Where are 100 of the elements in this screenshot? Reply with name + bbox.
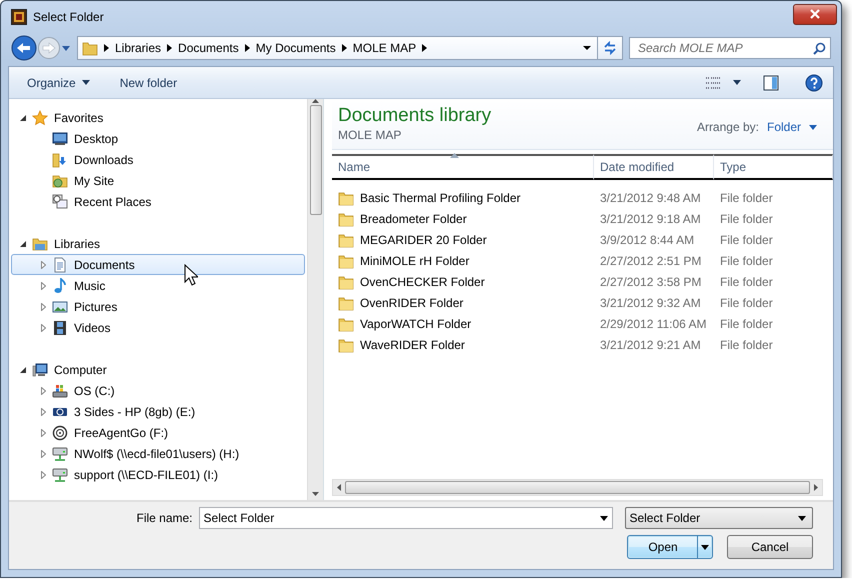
recent-places-icon — [52, 194, 68, 210]
file-name-field[interactable]: Select Folder — [198, 507, 614, 529]
expand-triangle-icon[interactable] — [40, 260, 46, 268]
file-name[interactable]: MEGARIDER 20 Folder — [360, 232, 487, 246]
date-cell-text: 3/21/2012 9:21 AM — [599, 338, 702, 352]
breadcrumb-arrow-icon — [244, 44, 250, 52]
tree-item[interactable]: Desktop — [11, 128, 305, 149]
tree-item[interactable]: Computer — [11, 359, 305, 380]
file-name[interactable]: MiniMOLE rH Folder — [360, 254, 470, 268]
tree-item[interactable]: Videos — [11, 317, 305, 338]
back-button[interactable] — [11, 35, 37, 61]
file-name[interactable]: Basic Thermal Profiling Folder — [360, 190, 521, 204]
expand-triangle-icon[interactable] — [40, 470, 46, 478]
dropdown-icon — [600, 516, 608, 520]
breadcrumb-item[interactable]: MOLE MAP — [352, 41, 416, 55]
type-cell-text: File folder — [719, 316, 774, 330]
search-icon — [813, 42, 826, 54]
file-name-input[interactable]: Select Folder — [204, 511, 600, 525]
tree-item[interactable]: My Site — [11, 170, 305, 191]
file-name[interactable]: VaporWATCH Folder — [360, 316, 472, 330]
file-name[interactable]: OvenRIDER Folder — [360, 296, 464, 310]
expand-triangle-icon[interactable] — [40, 408, 46, 416]
type-cell-text: File folder — [719, 338, 774, 352]
folder-icon — [338, 190, 354, 206]
disc-icon — [52, 424, 68, 440]
sort-arrow-icon — [450, 153, 459, 158]
expand-triangle-icon[interactable] — [40, 302, 46, 310]
computer-icon — [32, 362, 48, 378]
cancel-button[interactable]: Cancel — [727, 535, 813, 559]
breadcrumb-item[interactable]: My Documents — [256, 41, 336, 55]
caret-icon[interactable] — [733, 80, 741, 85]
tree-item[interactable]: Documents — [11, 254, 305, 275]
caret-icon — [809, 124, 817, 130]
star-icon — [32, 110, 48, 126]
file-name[interactable]: OvenCHECKER Folder — [360, 274, 485, 288]
music-note-icon — [52, 278, 68, 294]
scrollbar[interactable] — [307, 99, 323, 500]
date-cell-text: 2/27/2012 2:51 PM — [599, 254, 702, 268]
tree-item[interactable]: support (\\ECD-FILE01) (I:) — [11, 464, 305, 485]
library-title: Documents library — [338, 105, 492, 127]
folder-icon — [338, 336, 354, 352]
collapse-triangle-icon[interactable] — [20, 240, 26, 246]
tree-item[interactable]: Downloads — [11, 149, 305, 170]
date-cell-text: 2/27/2012 3:58 PM — [599, 274, 702, 288]
arrange-dropdown[interactable]: Folder — [766, 120, 817, 134]
library-subtitle: MOLE MAP — [338, 128, 402, 142]
expand-triangle-icon[interactable] — [40, 428, 46, 436]
close-icon — [809, 9, 821, 19]
expand-triangle-icon[interactable] — [40, 386, 46, 394]
breadcrumb-item[interactable]: Documents — [178, 41, 239, 55]
column-header[interactable]: Type — [714, 154, 833, 180]
view-list-icon[interactable] — [705, 76, 721, 90]
folder-icon — [338, 210, 354, 226]
new-folder-button[interactable]: New folder — [114, 72, 184, 94]
address-bar[interactable]: Libraries Documents My Documents MOLE MAP — [77, 36, 598, 60]
history-dropdown-icon[interactable] — [61, 44, 71, 52]
drive-icon — [52, 382, 68, 398]
tree-item[interactable]: 3 Sides - HP (8gb) (E:) — [11, 401, 305, 422]
network-drive-icon — [52, 466, 68, 482]
column-header[interactable]: Name — [332, 154, 594, 180]
scrollbar[interactable] — [332, 479, 823, 496]
column-header[interactable]: Date modified — [594, 154, 714, 180]
close-button[interactable] — [793, 4, 837, 24]
folder-icon — [82, 40, 98, 56]
scrollbar-thumb[interactable] — [345, 481, 810, 494]
type-cell-text: File folder — [719, 212, 774, 226]
breadcrumb-arrow-icon — [104, 44, 109, 52]
expand-triangle-icon[interactable] — [40, 324, 46, 332]
breadcrumb-arrow-icon — [422, 44, 428, 52]
caret-icon — [701, 544, 709, 550]
file-name[interactable]: WaveRIDER Folder — [360, 338, 465, 352]
help-icon[interactable] — [805, 74, 823, 92]
preview-pane-icon[interactable] — [763, 74, 779, 90]
filter-dropdown[interactable]: Select Folder — [625, 507, 813, 529]
arrange-label: Arrange by: — [696, 120, 759, 134]
open-button[interactable]: Open — [627, 535, 713, 559]
scrollbar-thumb[interactable] — [310, 105, 322, 215]
type-cell-text: File folder — [719, 190, 774, 204]
breadcrumb-item[interactable]: Libraries — [115, 41, 162, 55]
tree-item[interactable]: FreeAgentGo (F:) — [11, 422, 305, 443]
tree-item[interactable]: Music — [11, 275, 305, 296]
tree-item[interactable]: NWolf$ (\\ecd-file01\users) (H:) — [11, 443, 305, 464]
cursor-icon — [184, 264, 198, 286]
tree-item[interactable]: Recent Places — [11, 191, 305, 212]
tree-item[interactable]: OS (C:) — [11, 380, 305, 401]
folder-icon — [338, 274, 354, 290]
tree-item[interactable]: Favorites — [11, 107, 305, 128]
collapse-triangle-icon[interactable] — [20, 366, 26, 372]
app-icon — [11, 9, 27, 25]
expand-triangle-icon[interactable] — [40, 450, 46, 458]
refresh-button[interactable] — [598, 36, 623, 60]
expand-triangle-icon[interactable] — [40, 282, 46, 290]
organize-menu[interactable]: Organize — [21, 72, 96, 94]
tree-item[interactable]: Pictures — [11, 296, 305, 317]
search-field[interactable]: Search MOLE MAP — [629, 37, 831, 59]
search-field[interactable]: Search MOLE MAP — [636, 40, 813, 56]
scroll-right-icon — [814, 484, 818, 491]
file-name[interactable]: Breadometer Folder — [360, 212, 467, 226]
collapse-triangle-icon[interactable] — [20, 114, 26, 120]
tree-item[interactable]: Libraries — [11, 233, 305, 254]
